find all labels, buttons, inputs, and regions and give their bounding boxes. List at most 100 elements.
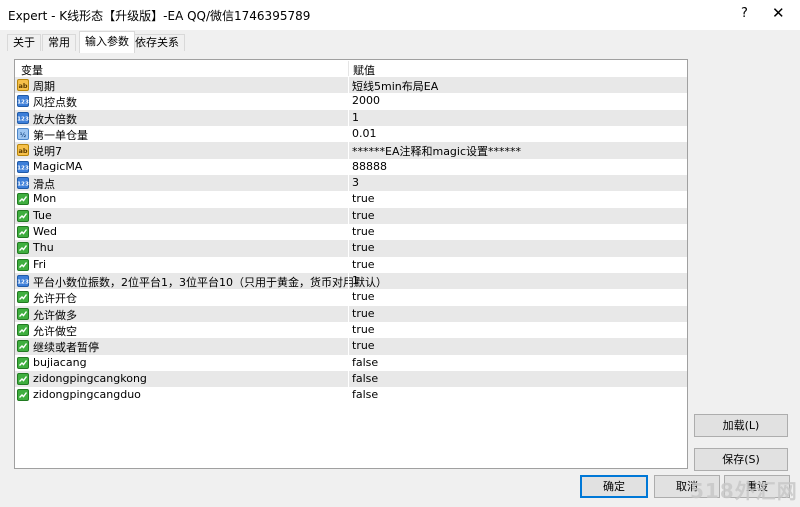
parameter-name: 说明7	[33, 145, 62, 159]
parameter-value[interactable]: 0.01	[352, 127, 377, 140]
cell-divider	[348, 370, 349, 388]
parameter-name: 放大倍数	[33, 112, 77, 126]
parameter-value[interactable]: true	[352, 290, 375, 303]
cell-divider	[348, 272, 349, 290]
cell-divider	[348, 191, 349, 208]
parameter-value[interactable]: ******EA注释和magic设置******	[352, 143, 521, 159]
parameter-row[interactable]: ½ 第一单仓量 0.01	[15, 125, 687, 143]
parameter-row[interactable]: 允许开仓 true	[15, 289, 687, 306]
parameter-value[interactable]: 2000	[352, 94, 380, 107]
svg-text:½: ½	[20, 132, 26, 139]
parameter-value[interactable]: false	[352, 388, 378, 401]
parameter-name: Fri	[33, 257, 47, 271]
input-parameters-list[interactable]: 变量 赋值 ab 周期 短线5min布局EA 123 风控点数 2000 123 放大倍数 1 ½…	[14, 59, 688, 469]
parameter-value[interactable]: 1	[352, 274, 359, 287]
parameter-value[interactable]: true	[352, 323, 375, 336]
cell-divider	[348, 240, 349, 257]
ok-button[interactable]: 确定	[580, 475, 648, 498]
parameter-value[interactable]: false	[352, 372, 378, 385]
svg-text:ab: ab	[18, 82, 27, 90]
integer-type-icon: 123	[17, 160, 29, 173]
parameter-row[interactable]: ab 周期 短线5min布局EA	[15, 77, 687, 94]
parameter-row[interactable]: Wed true	[15, 223, 687, 241]
close-button[interactable]: ✕	[772, 4, 785, 22]
tab-common[interactable]: 常用	[42, 34, 76, 51]
parameter-value[interactable]: true	[352, 307, 375, 320]
integer-type-icon: 123	[17, 95, 29, 108]
parameter-value[interactable]: true	[352, 209, 375, 222]
parameter-value[interactable]: false	[352, 356, 378, 369]
boolean-type-icon	[17, 307, 29, 320]
help-button[interactable]: ?	[741, 6, 748, 21]
parameter-row[interactable]: 123 滑点 3	[15, 174, 687, 192]
parameter-row[interactable]: 继续或者暂停 true	[15, 338, 687, 355]
column-header-variable[interactable]: 变量	[21, 62, 43, 78]
parameter-value[interactable]: 88888	[352, 160, 387, 173]
cell-divider	[348, 125, 349, 143]
tab-dependencies[interactable]: 依存关系	[129, 34, 185, 51]
cell-divider	[348, 109, 349, 126]
parameter-row[interactable]: ab 说明7 ******EA注释和magic设置******	[15, 142, 687, 159]
cell-divider	[348, 223, 349, 241]
boolean-type-icon	[17, 389, 29, 402]
parameter-value[interactable]: true	[352, 339, 375, 352]
cell-divider	[348, 338, 349, 355]
parameter-row[interactable]: zidongpingcangkong false	[15, 370, 687, 388]
cell-divider	[348, 305, 349, 322]
cell-divider	[348, 142, 349, 159]
parameter-value[interactable]: 1	[352, 111, 359, 124]
parameter-value[interactable]: true	[352, 192, 375, 205]
column-divider[interactable]	[348, 61, 349, 76]
parameter-row[interactable]: 允许做多 true	[15, 305, 687, 322]
window-title: Expert - K线形态【升级版】-EA QQ/微信1746395789	[8, 9, 311, 23]
parameter-row[interactable]: 123 风控点数 2000	[15, 93, 687, 110]
parameter-name: zidongpingcangduo	[33, 388, 141, 402]
parameter-name: 周期	[33, 80, 55, 93]
parameter-row[interactable]: Mon true	[15, 191, 687, 208]
column-header-value[interactable]: 赋值	[353, 62, 375, 78]
boolean-type-icon	[17, 209, 29, 222]
parameter-row[interactable]: 123 MagicMA 88888	[15, 158, 687, 175]
parameter-row[interactable]: Fri true	[15, 256, 687, 273]
parameter-rows: ab 周期 短线5min布局EA 123 风控点数 2000 123 放大倍数 1 ½ 第一单仓量 0…	[15, 77, 687, 404]
integer-type-icon: 123	[17, 176, 29, 189]
parameter-row[interactable]: 123 放大倍数 1	[15, 109, 687, 126]
parameter-name: 允许开仓	[33, 292, 77, 306]
tab-about[interactable]: 关于	[7, 34, 41, 51]
svg-text:123: 123	[17, 116, 29, 122]
parameter-value[interactable]: true	[352, 241, 375, 254]
parameter-name: 第一单仓量	[33, 128, 88, 142]
cell-divider	[348, 77, 349, 94]
svg-text:123: 123	[17, 100, 29, 106]
parameter-name: 风控点数	[33, 96, 77, 110]
parameter-row[interactable]: Tue true	[15, 207, 687, 224]
parameter-value[interactable]: 短线5min布局EA	[352, 78, 438, 94]
parameter-row[interactable]: 123 平台小数位振数，2位平台1，3位平台10（只用于黄金，货币对用默认） 1	[15, 272, 687, 290]
cell-divider	[348, 158, 349, 175]
cell-divider	[348, 93, 349, 110]
parameter-name: 滑点	[33, 177, 55, 191]
parameter-row[interactable]: bujiacang false	[15, 354, 687, 371]
parameter-value[interactable]: true	[352, 258, 375, 271]
boolean-type-icon	[17, 242, 29, 255]
title-bar: Expert - K线形态【升级版】-EA QQ/微信1746395789 ? …	[0, 0, 800, 30]
save-button[interactable]: 保存(S)	[694, 448, 788, 471]
parameter-name: 继续或者暂停	[33, 341, 99, 355]
boolean-type-icon	[17, 372, 29, 385]
tab-inputs[interactable]: 输入参数	[79, 31, 135, 53]
parameter-name: 允许做空	[33, 324, 77, 338]
parameter-name: Thu	[33, 241, 54, 255]
parameter-value[interactable]: 3	[352, 176, 359, 189]
parameter-name: bujiacang	[33, 355, 87, 369]
list-header: 变量 赋值	[15, 60, 687, 77]
boolean-type-icon	[17, 258, 29, 271]
parameter-row[interactable]: Thu true	[15, 240, 687, 257]
integer-type-icon: 123	[17, 274, 29, 287]
cell-divider	[348, 207, 349, 224]
load-button[interactable]: 加载(L)	[694, 414, 788, 437]
parameter-row[interactable]: zidongpingcangduo false	[15, 387, 687, 404]
parameter-value[interactable]: true	[352, 225, 375, 238]
parameter-row[interactable]: 允许做空 true	[15, 321, 687, 339]
parameter-name: Mon	[33, 192, 57, 206]
parameter-name: 允许做多	[33, 308, 77, 322]
